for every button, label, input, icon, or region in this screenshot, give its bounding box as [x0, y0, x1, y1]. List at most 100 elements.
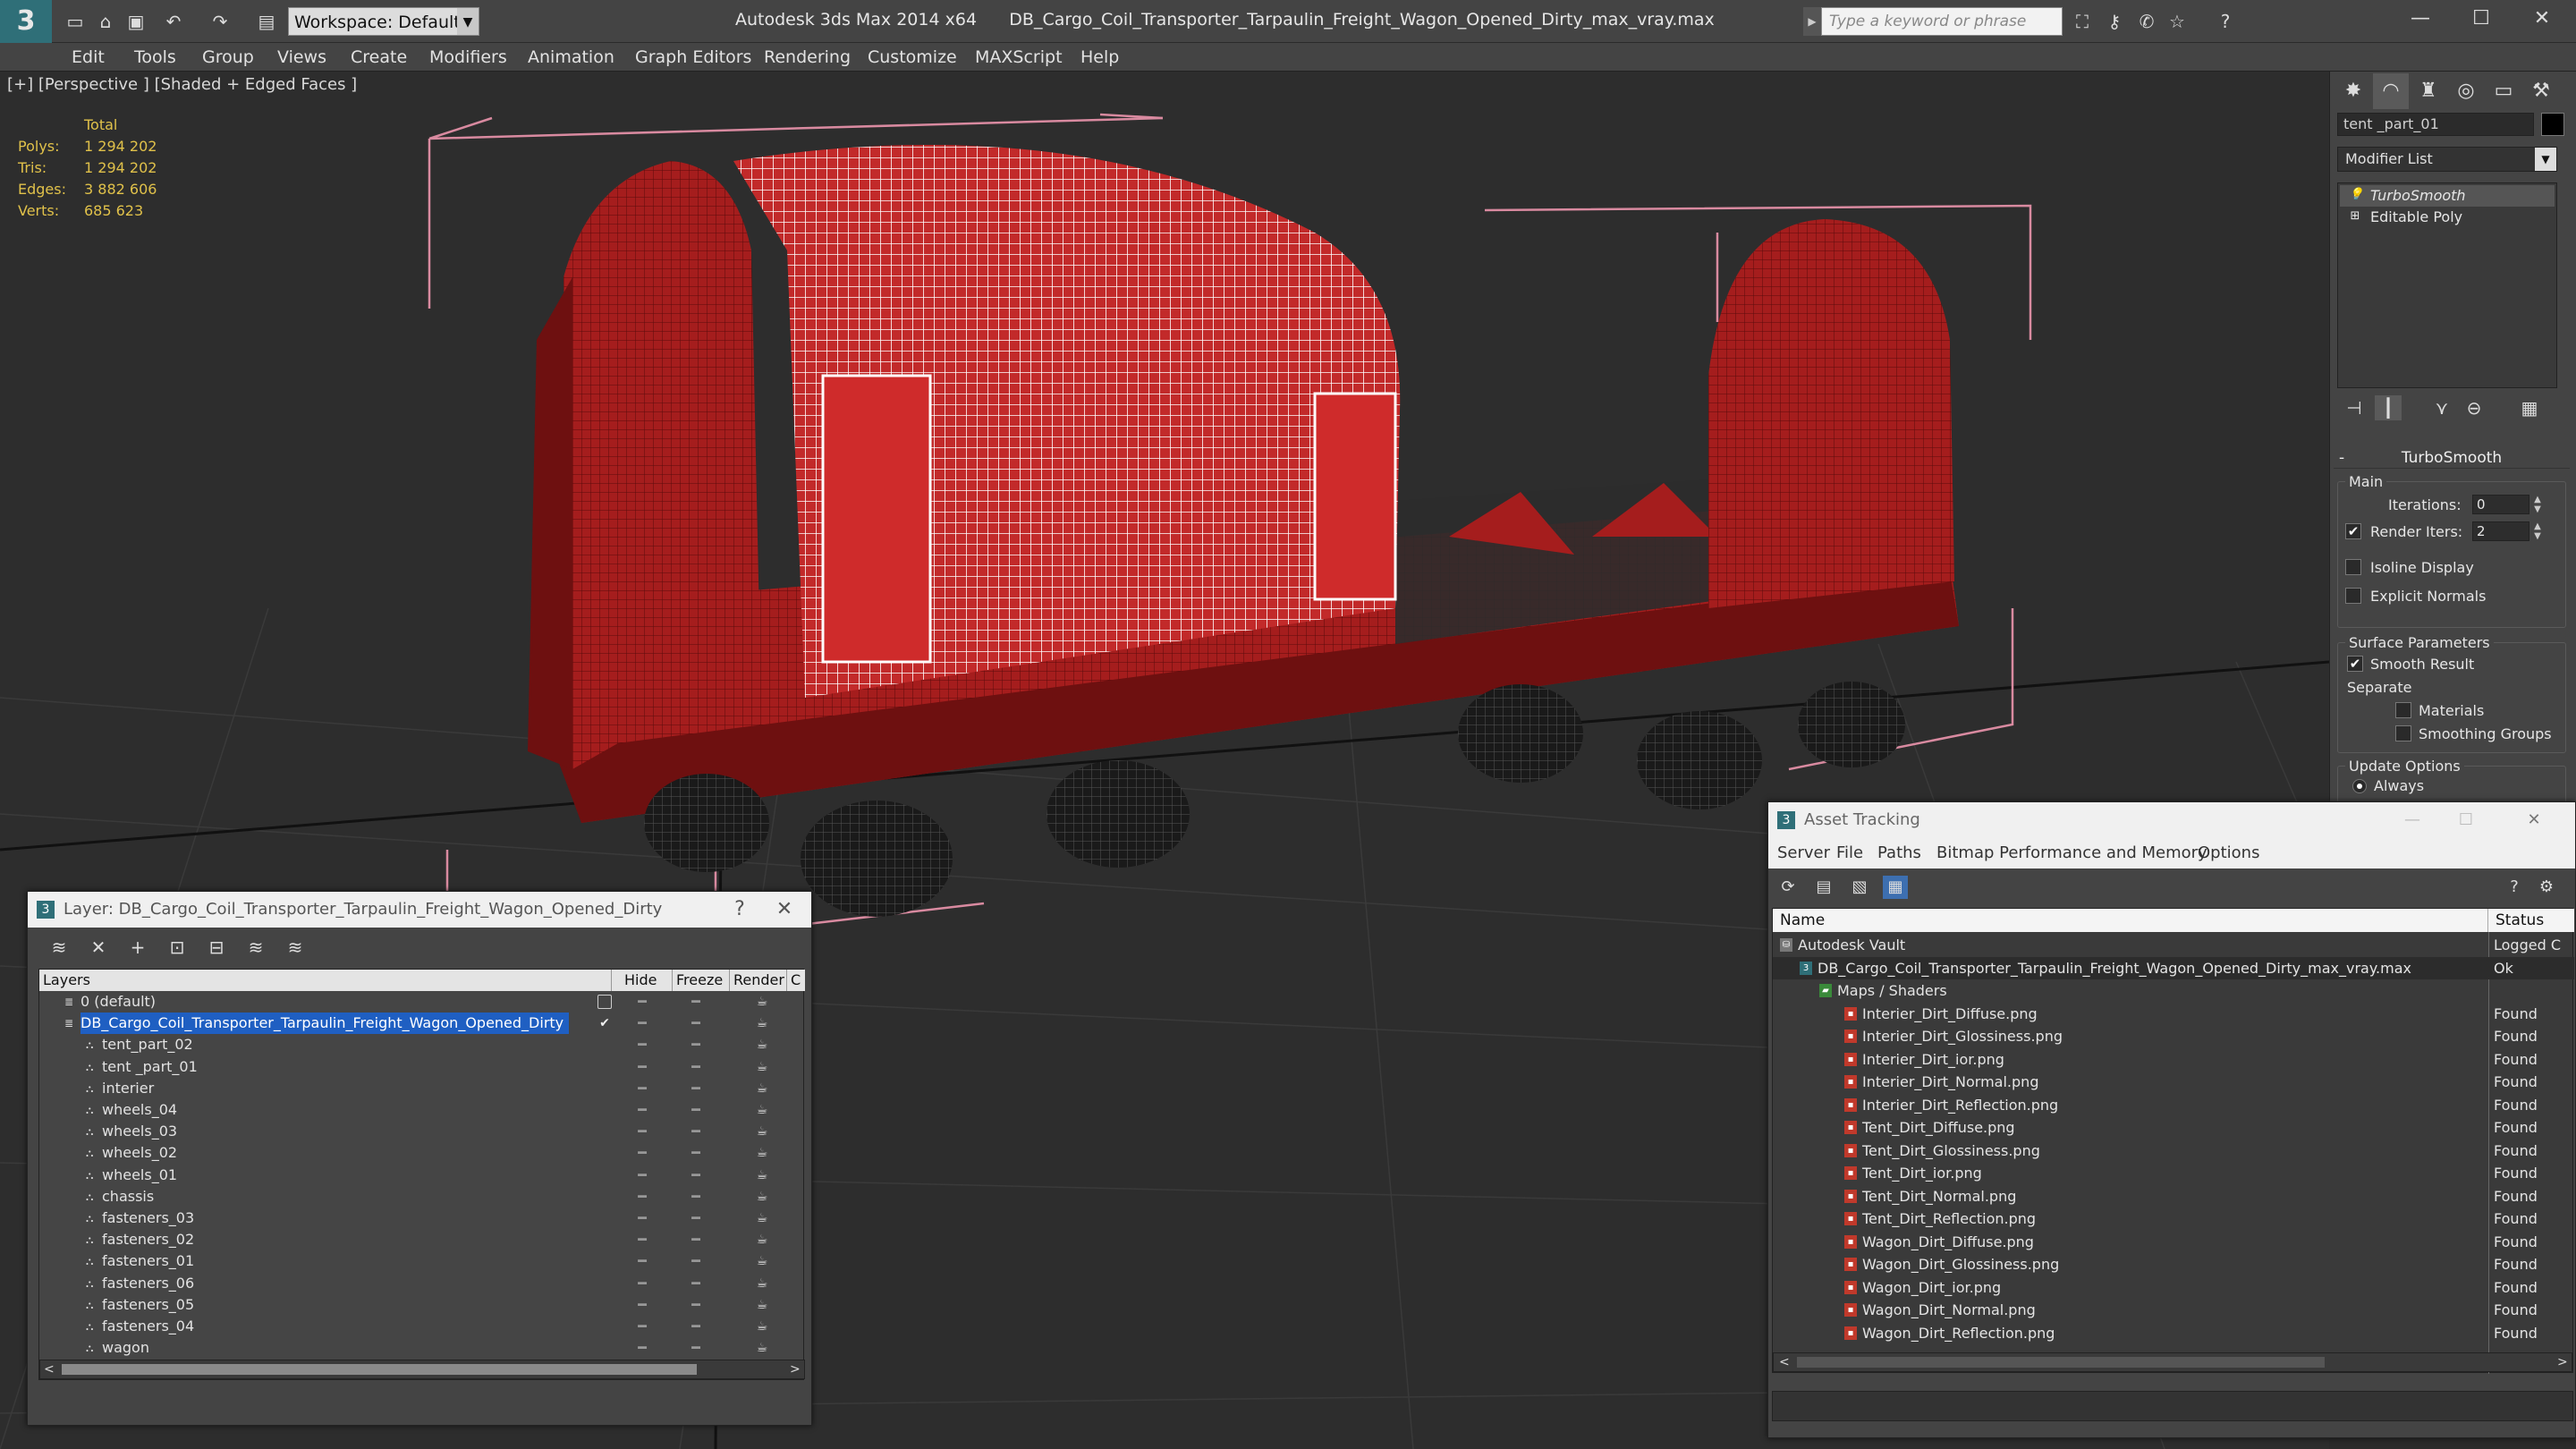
freeze-toggle[interactable]: ━ [687, 1142, 705, 1164]
render-teapot-icon[interactable]: ☕ [753, 1078, 771, 1099]
lightbulb-icon[interactable]: 💡 [2349, 189, 2363, 201]
menu-help[interactable]: Help [1080, 43, 1119, 72]
layer-name[interactable]: fasteners_01 [102, 1250, 199, 1272]
thumbnail-view-icon[interactable]: ▧ [1847, 876, 1872, 899]
menu-edit[interactable]: Edit [72, 43, 105, 72]
create-tab-icon[interactable]: ✸ [2335, 73, 2371, 109]
modifier-list-dropdown[interactable]: Modifier List ▼ [2337, 147, 2557, 172]
layer-name[interactable]: wheels_01 [102, 1165, 182, 1186]
freeze-toggle[interactable]: ━ [687, 991, 705, 1013]
layer-row[interactable]: ⛬ tent _part_01 ━ ━ ☕ [39, 1056, 805, 1078]
col-render[interactable]: Render [730, 970, 787, 991]
layer-row[interactable]: ⛬ fasteners_02 ━ ━ ☕ [39, 1229, 805, 1250]
viewport-label[interactable]: [+] [Perspective ] [Shaded + Edged Faces… [7, 75, 357, 94]
hide-toggle[interactable]: ━ [633, 1229, 651, 1250]
freeze-toggle[interactable]: ━ [687, 1099, 705, 1121]
freeze-toggle[interactable]: ━ [687, 1250, 705, 1272]
utilities-tab-icon[interactable]: ⚒ [2523, 73, 2559, 109]
layer-name[interactable]: 0 (default) [80, 991, 161, 1013]
freeze-toggle[interactable]: ━ [687, 1316, 705, 1337]
layer-row[interactable]: ⛬ wheels_03 ━ ━ ☕ [39, 1121, 805, 1142]
layer-row[interactable]: ≣ 0 (default) ━ ━ ☕ [39, 991, 805, 1013]
isoline-display-checkbox[interactable] [2345, 559, 2361, 575]
col-status[interactable]: Status [2488, 909, 2574, 932]
freeze-toggle[interactable]: ━ [687, 1165, 705, 1186]
object-color-swatch[interactable] [2541, 113, 2564, 136]
render-iters-spinner[interactable]: 2 [2472, 521, 2529, 541]
asset-row[interactable]: ▪ Interier_Dirt_Glossiness.png Found [1773, 1025, 2574, 1048]
layer-row[interactable]: ⛬ wheels_01 ━ ━ ☕ [39, 1165, 805, 1186]
layer-name[interactable]: fasteners_03 [102, 1208, 199, 1229]
layer-name[interactable]: wheels_03 [102, 1121, 182, 1142]
scroll-thumb[interactable] [1797, 1357, 2325, 1368]
asset-row[interactable]: ▰ Maps / Shaders [1773, 979, 2574, 1003]
layer-row[interactable]: ⛬ fasteners_01 ━ ━ ☕ [39, 1250, 805, 1272]
list-view-icon[interactable]: ▤ [1811, 876, 1836, 899]
menu-options[interactable]: Options [2198, 838, 2259, 869]
layer-row[interactable]: ≣ DB_Cargo_Coil_Transporter_Tarpaulin_Fre… [39, 1013, 805, 1035]
hide-toggle[interactable]: ━ [633, 1294, 651, 1316]
asset-row[interactable]: ▪ Wagon_Dirt_Diffuse.png Found [1773, 1231, 2574, 1254]
render-teapot-icon[interactable]: ☕ [753, 1121, 771, 1142]
maximize-icon[interactable]: ☐ [2451, 0, 2512, 39]
asset-row[interactable]: ▪ Tent_Dirt_Glossiness.png Found [1773, 1140, 2574, 1163]
render-teapot-icon[interactable]: ☕ [753, 1013, 771, 1034]
chevron-down-icon[interactable]: ▼ [2535, 148, 2556, 171]
minimize-icon[interactable]: — [2390, 0, 2451, 39]
explicit-normals-checkbox[interactable] [2345, 588, 2361, 604]
hide-toggle[interactable]: ━ [633, 1165, 651, 1186]
favorites-star-icon[interactable]: ☆ [2165, 9, 2190, 34]
asset-row[interactable]: ▪ Tent_Dirt_ior.png Found [1773, 1162, 2574, 1185]
render-teapot-icon[interactable]: ☕ [753, 1229, 771, 1250]
freeze-toggle[interactable]: ━ [687, 1034, 705, 1055]
menu-group[interactable]: Group [202, 43, 254, 72]
app-logo-icon[interactable]: 3 [0, 0, 52, 43]
scroll-right-icon[interactable]: > [790, 1362, 801, 1377]
help-icon[interactable]: ? [2213, 9, 2238, 34]
maximize-icon[interactable]: ☐ [2439, 802, 2493, 838]
smooth-result-checkbox[interactable]: ✔ [2347, 656, 2363, 672]
menu-maxscript[interactable]: MAXScript [975, 43, 1063, 72]
layer-row[interactable]: ⛬ fasteners_05 ━ ━ ☕ [39, 1294, 805, 1316]
configure-modifier-sets-icon[interactable]: ▦ [2516, 395, 2543, 420]
object-name-field[interactable]: tent _part_01 [2337, 113, 2534, 136]
asset-row[interactable]: ⛁ Autodesk Vault Logged C [1773, 934, 2574, 957]
save-file-icon[interactable]: ▣ [123, 9, 148, 34]
menu-file[interactable]: File [1836, 838, 1863, 869]
scroll-left-icon[interactable]: < [1779, 1355, 1790, 1369]
freeze-toggle[interactable]: ━ [687, 1078, 705, 1099]
hide-toggle[interactable]: ━ [633, 1034, 651, 1055]
add-to-layer-icon[interactable]: + [124, 935, 151, 960]
stack-item-editable-poly[interactable]: ⊞ Editable Poly [2340, 207, 2555, 228]
menu-views[interactable]: Views [277, 43, 326, 72]
project-folder-icon[interactable]: ▤ [254, 9, 279, 34]
render-teapot-icon[interactable]: ☕ [753, 1337, 771, 1359]
menu-bitmap-performance[interactable]: Bitmap Performance and Memory [1936, 838, 2207, 869]
workspace-dropdown[interactable]: Workspace: Default ▼ [288, 7, 479, 36]
col-freeze[interactable]: Freeze [673, 970, 730, 991]
col-layers[interactable]: Layers [39, 970, 612, 991]
stack-item-turbosmooth[interactable]: 💡 TurboSmooth [2340, 185, 2555, 207]
freeze-toggle[interactable]: ━ [687, 1208, 705, 1229]
spinner-arrows-icon[interactable]: ▲ ▼ [2531, 521, 2544, 541]
undo-icon[interactable]: ↶ [161, 9, 186, 34]
scroll-thumb[interactable] [62, 1364, 697, 1375]
layer-row[interactable]: ⛬ wagon ━ ━ ☕ [39, 1337, 805, 1359]
menu-tools[interactable]: Tools [134, 43, 176, 72]
layer-row[interactable]: ⛬ interier ━ ━ ☕ [39, 1078, 805, 1099]
delete-layer-icon[interactable]: ✕ [85, 935, 112, 960]
hide-toggle[interactable]: ━ [633, 1056, 651, 1078]
hide-toggle[interactable]: ━ [633, 991, 651, 1013]
rollout-title[interactable]: - TurboSmooth [2334, 447, 2570, 469]
render-teapot-icon[interactable]: ☕ [753, 1034, 771, 1055]
menu-modifiers[interactable]: Modifiers [429, 43, 507, 72]
asset-row[interactable]: ▪ Interier_Dirt_Diffuse.png Found [1773, 1003, 2574, 1026]
close-icon[interactable]: ✕ [2507, 802, 2561, 838]
freeze-toggle[interactable]: ━ [687, 1186, 705, 1208]
hide-toggle[interactable]: ━ [633, 1208, 651, 1229]
render-teapot-icon[interactable]: ☕ [753, 1099, 771, 1121]
hide-toggle[interactable]: ━ [633, 1099, 651, 1121]
layer-name[interactable]: wheels_02 [102, 1142, 182, 1164]
render-iters-checkbox[interactable]: ✔ [2345, 523, 2361, 539]
freeze-toggle[interactable]: ━ [687, 1056, 705, 1078]
